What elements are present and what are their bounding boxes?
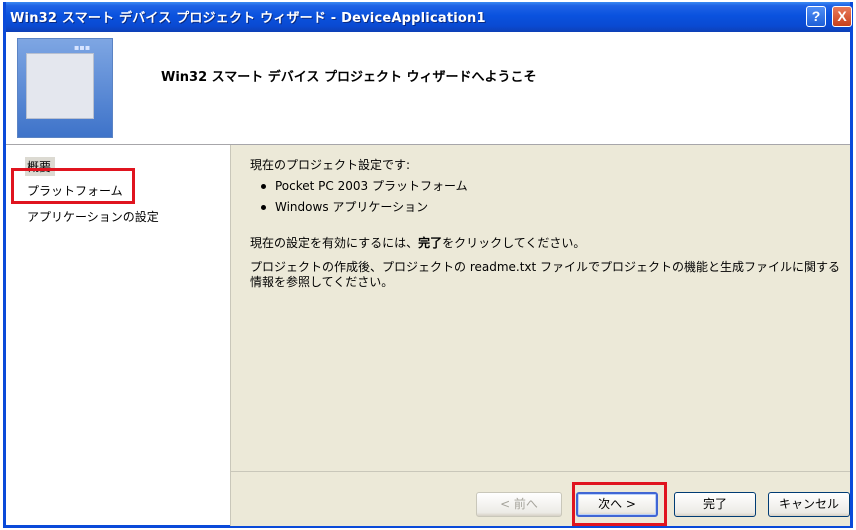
help-button[interactable]: ? bbox=[806, 6, 826, 27]
button-bar: < 前へ 次へ > 完了 キャンセル bbox=[230, 471, 850, 526]
settings-intro: 現在のプロジェクト設定です: bbox=[250, 158, 411, 172]
platform-highlight-box bbox=[11, 168, 135, 204]
title-bar: Win32 スマート デバイス プロジェクト ウィザード - DeviceApp… bbox=[6, 2, 852, 32]
wizard-header: ▪▪▪ Win32 スマート デバイス プロジェクト ウィザードへようこそ bbox=[6, 32, 850, 145]
readme-note: プロジェクトの作成後、プロジェクトの readme.txt ファイルでプロジェク… bbox=[250, 260, 841, 289]
settings-list: Pocket PC 2003 プラットフォーム Windows アプリケーション bbox=[261, 176, 468, 218]
wizard-heading: Win32 スマート デバイス プロジェクト ウィザードへようこそ bbox=[161, 70, 537, 85]
list-item: Pocket PC 2003 プラットフォーム bbox=[261, 176, 468, 197]
overview-panel: 現在のプロジェクト設定です: Pocket PC 2003 プラットフォーム W… bbox=[230, 145, 850, 471]
finish-button[interactable]: 完了 bbox=[674, 492, 756, 517]
nav-item-application-settings[interactable]: アプリケーションの設定 bbox=[27, 208, 159, 225]
cancel-button[interactable]: キャンセル bbox=[768, 492, 850, 517]
previous-button[interactable]: < 前へ bbox=[476, 492, 562, 517]
wizard-window: Win32 スマート デバイス プロジェクト ウィザード - DeviceApp… bbox=[3, 2, 853, 528]
finish-instruction: 現在の設定を有効にするには、完了をクリックしてください。 bbox=[250, 236, 586, 250]
wizard-logo-icon: ▪▪▪ bbox=[17, 38, 113, 138]
close-button[interactable]: X bbox=[832, 6, 852, 27]
list-item: Windows アプリケーション bbox=[261, 197, 468, 218]
next-button-highlight-box bbox=[572, 482, 667, 526]
window-title: Win32 スマート デバイス プロジェクト ウィザード - DeviceApp… bbox=[10, 11, 486, 26]
